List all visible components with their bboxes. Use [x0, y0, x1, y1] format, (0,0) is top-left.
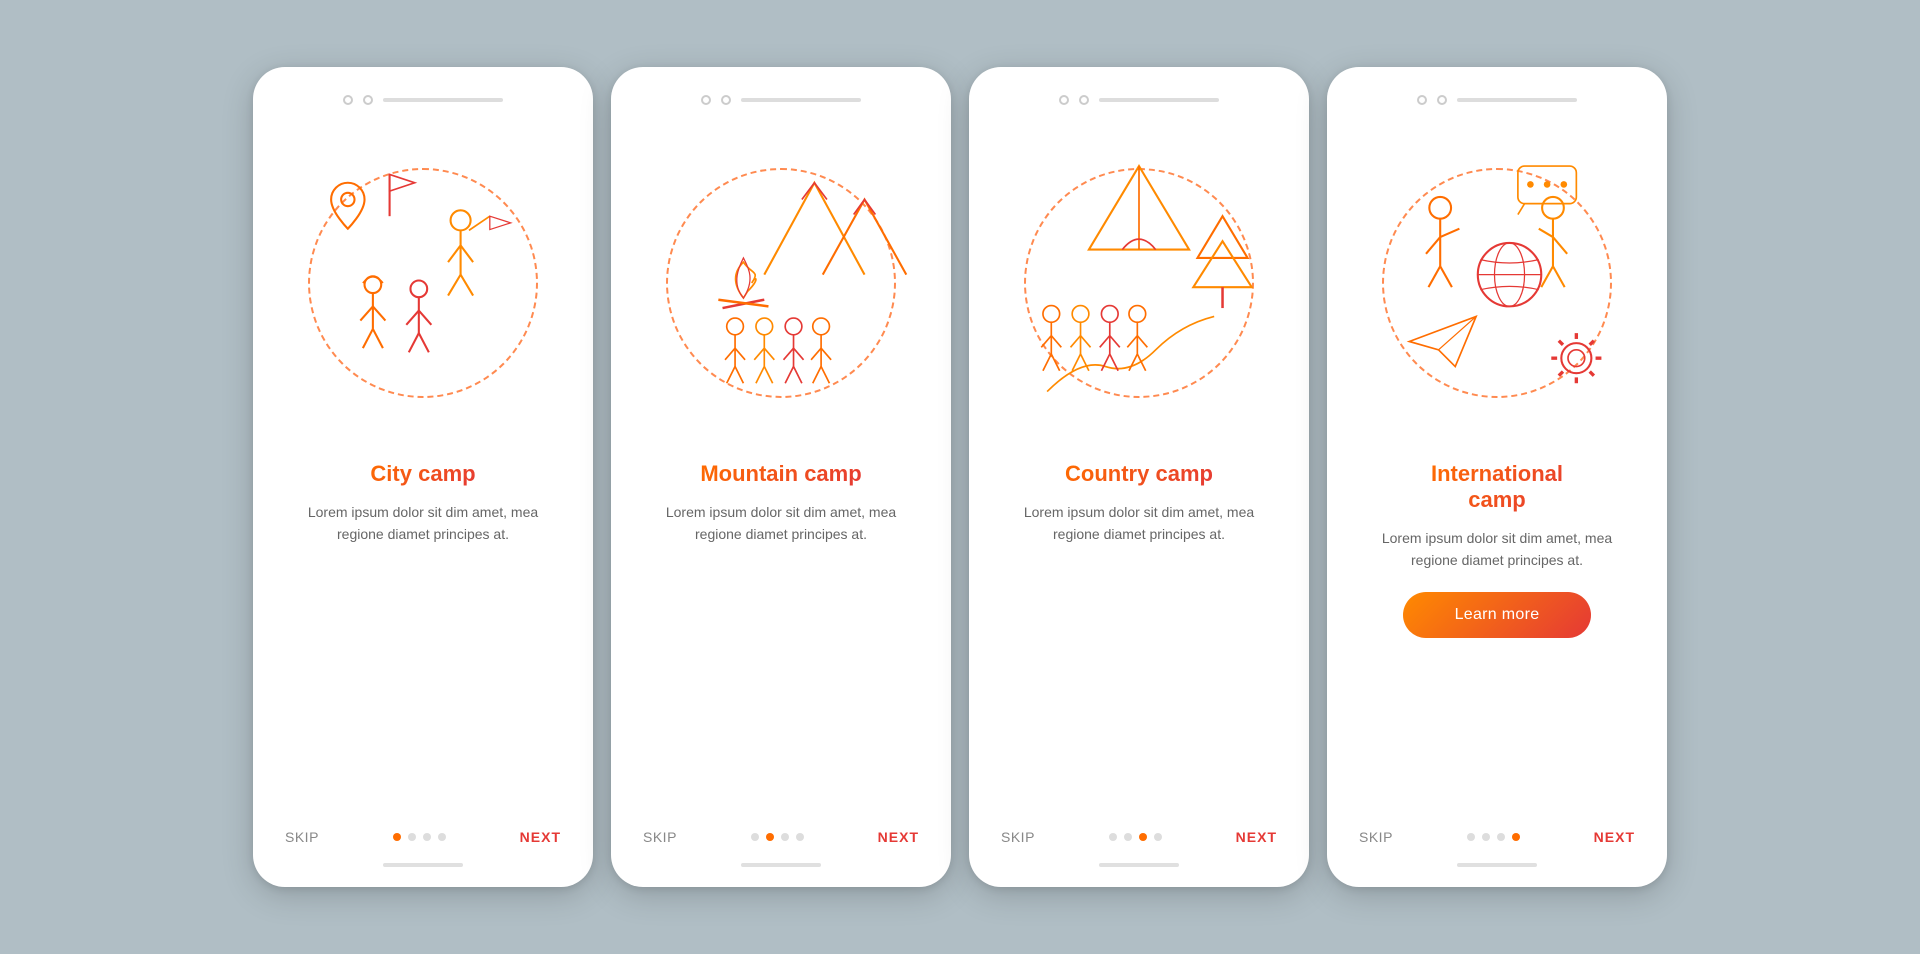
- top-bar-2: [639, 95, 923, 105]
- mountain-camp-illustration: [639, 123, 923, 443]
- nav-dot: [1482, 833, 1490, 841]
- nav-dot-active: [766, 833, 774, 841]
- nav-dot: [1467, 833, 1475, 841]
- top-dot: [1079, 95, 1089, 105]
- nav-dot: [1154, 833, 1162, 841]
- top-bar-1: [281, 95, 565, 105]
- top-bar-line: [1099, 98, 1219, 102]
- country-camp-body: Lorem ipsum dolor sit dim amet, mea regi…: [997, 501, 1281, 546]
- card-bottom-3: SKIP NEXT: [997, 817, 1281, 849]
- top-bar-4: [1355, 95, 1639, 105]
- next-button-3[interactable]: NEXT: [1236, 829, 1277, 845]
- skip-button-4[interactable]: SKIP: [1359, 829, 1393, 845]
- nav-dot: [1497, 833, 1505, 841]
- top-dot: [1059, 95, 1069, 105]
- phone-card-international-camp: International camp Lorem ipsum dolor sit…: [1327, 67, 1667, 887]
- top-dot: [721, 95, 731, 105]
- nav-dot: [781, 833, 789, 841]
- mountain-camp-body: Lorem ipsum dolor sit dim amet, mea regi…: [639, 501, 923, 546]
- skip-button-1[interactable]: SKIP: [285, 829, 319, 845]
- nav-dot: [423, 833, 431, 841]
- dots-container-1: [393, 833, 446, 841]
- country-camp-svg: [997, 123, 1281, 443]
- mountain-camp-title: Mountain camp: [700, 461, 861, 487]
- bottom-handle-4: [1457, 863, 1537, 867]
- international-camp-svg: [1355, 123, 1639, 443]
- top-dot: [1417, 95, 1427, 105]
- card-bottom-4: SKIP NEXT: [1355, 817, 1639, 849]
- top-bar-line: [1457, 98, 1577, 102]
- skip-button-2[interactable]: SKIP: [643, 829, 677, 845]
- city-camp-body: Lorem ipsum dolor sit dim amet, mea regi…: [281, 501, 565, 546]
- top-dot: [701, 95, 711, 105]
- city-camp-svg: [281, 123, 565, 443]
- international-camp-body: Lorem ipsum dolor sit dim amet, mea regi…: [1355, 527, 1639, 572]
- learn-more-button[interactable]: Learn more: [1403, 592, 1592, 638]
- dots-container-2: [751, 833, 804, 841]
- bottom-handle-1: [383, 863, 463, 867]
- phone-card-city-camp: City camp Lorem ipsum dolor sit dim amet…: [253, 67, 593, 887]
- card-bottom-1: SKIP NEXT: [281, 817, 565, 849]
- skip-button-3[interactable]: SKIP: [1001, 829, 1035, 845]
- international-camp-illustration: [1355, 123, 1639, 443]
- bottom-handle-2: [741, 863, 821, 867]
- card-bottom-2: SKIP NEXT: [639, 817, 923, 849]
- nav-dot-active: [393, 833, 401, 841]
- nav-dot: [408, 833, 416, 841]
- nav-dot: [438, 833, 446, 841]
- nav-dot: [1124, 833, 1132, 841]
- bottom-handle-3: [1099, 863, 1179, 867]
- nav-dot-active: [1512, 833, 1520, 841]
- top-bar-3: [997, 95, 1281, 105]
- phone-card-mountain-camp: Mountain camp Lorem ipsum dolor sit dim …: [611, 67, 951, 887]
- top-dot: [363, 95, 373, 105]
- international-camp-title: International camp: [1431, 461, 1563, 513]
- screens-container: City camp Lorem ipsum dolor sit dim amet…: [253, 67, 1667, 887]
- top-bar-line: [383, 98, 503, 102]
- nav-dot: [796, 833, 804, 841]
- top-dot: [1437, 95, 1447, 105]
- phone-card-country-camp: Country camp Lorem ipsum dolor sit dim a…: [969, 67, 1309, 887]
- next-button-1[interactable]: NEXT: [520, 829, 561, 845]
- nav-dot: [1109, 833, 1117, 841]
- top-dot: [343, 95, 353, 105]
- city-camp-title: City camp: [370, 461, 475, 487]
- city-camp-illustration: [281, 123, 565, 443]
- mountain-camp-svg: [639, 123, 923, 443]
- next-button-4[interactable]: NEXT: [1594, 829, 1635, 845]
- country-camp-title: Country camp: [1065, 461, 1213, 487]
- dots-container-3: [1109, 833, 1162, 841]
- nav-dot-active: [1139, 833, 1147, 841]
- nav-dot: [751, 833, 759, 841]
- country-camp-illustration: [997, 123, 1281, 443]
- next-button-2[interactable]: NEXT: [878, 829, 919, 845]
- top-bar-line: [741, 98, 861, 102]
- dots-container-4: [1467, 833, 1520, 841]
